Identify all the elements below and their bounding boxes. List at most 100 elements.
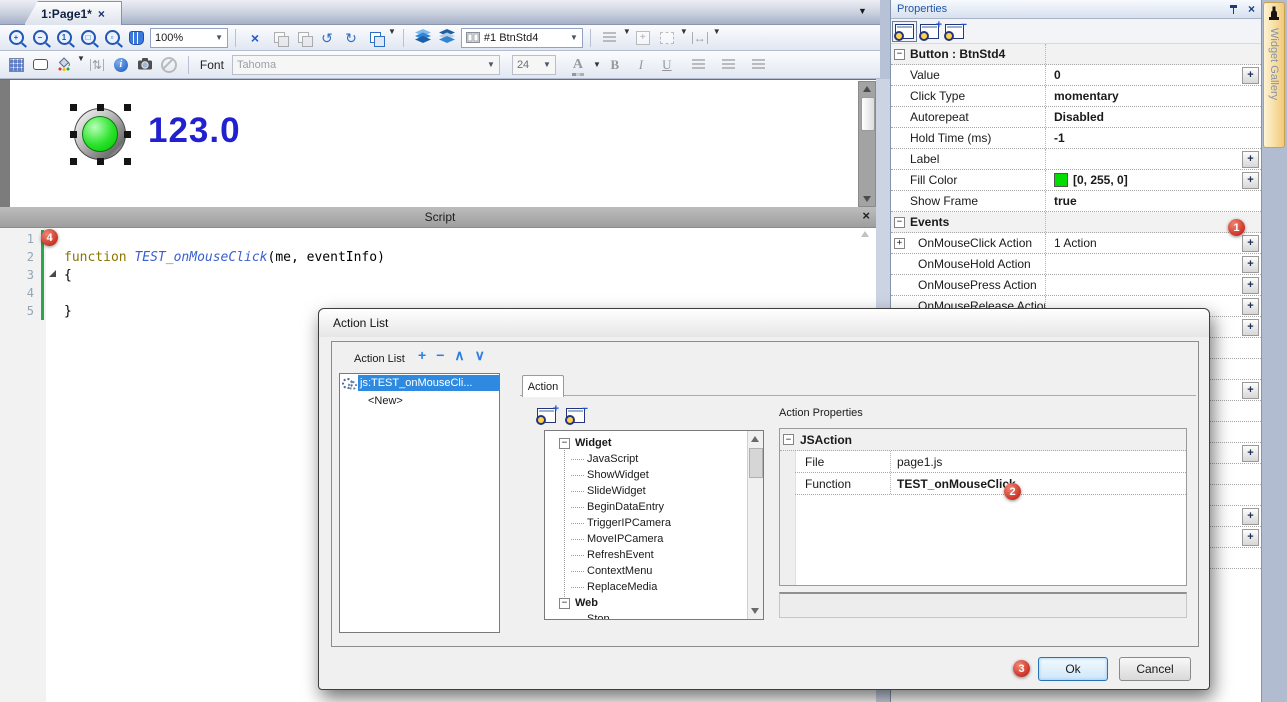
property-group-header[interactable]: −Button : BtnStd4 — [891, 44, 1261, 65]
selection-handle[interactable] — [70, 104, 77, 111]
property-value[interactable] — [1045, 275, 1242, 295]
numeric-field-widget[interactable]: 123.0 — [148, 111, 241, 151]
property-value[interactable]: 0 — [1045, 65, 1242, 85]
list-item[interactable]: <New> — [340, 392, 499, 410]
expand-all-icon[interactable]: + — [537, 408, 556, 423]
list-item-selected[interactable]: js:TEST_onMouseCli... — [340, 374, 499, 392]
pan-icon[interactable] — [124, 27, 148, 49]
property-value[interactable]: TEST_onMouseClick — [890, 473, 1186, 494]
property-group-header[interactable]: −Events — [891, 212, 1261, 233]
script-line[interactable]: 4 — [0, 284, 880, 302]
selection-handle[interactable] — [124, 131, 131, 138]
underline-icon[interactable]: U — [655, 54, 679, 76]
collapse-all-icon[interactable]: − — [945, 24, 964, 39]
chevron-down-icon[interactable]: ▼ — [623, 27, 631, 49]
font-size-combo[interactable]: 24▼ — [512, 55, 556, 75]
action-listbox[interactable]: js:TEST_onMouseCli...<New> — [339, 373, 500, 633]
tree-item[interactable]: Stop — [545, 611, 756, 620]
add-action-button[interactable]: + — [1242, 151, 1259, 168]
tree-item[interactable]: RefreshEvent — [545, 547, 756, 563]
selection-handle[interactable] — [70, 158, 77, 165]
property-row[interactable]: Value0+ — [891, 65, 1261, 86]
property-row[interactable]: AutorepeatDisabled — [891, 107, 1261, 128]
tree-item[interactable]: BeginDataEntry — [545, 499, 756, 515]
add-action-button[interactable]: + — [1242, 277, 1259, 294]
fill-color-icon[interactable] — [52, 54, 76, 76]
property-row[interactable]: Show Frametrue — [891, 191, 1261, 212]
property-row[interactable]: Click Typemomentary — [891, 86, 1261, 107]
spacing-icon[interactable]: ↔ — [688, 27, 712, 49]
chevron-down-icon[interactable]: ▼ — [388, 27, 396, 49]
screenshot-icon[interactable] — [133, 54, 157, 76]
tree-item[interactable]: TriggerIPCamera — [545, 515, 756, 531]
script-line[interactable]: 1 — [0, 230, 880, 248]
property-value[interactable] — [1045, 44, 1261, 64]
property-value[interactable] — [1045, 149, 1242, 169]
text-align-left-icon[interactable] — [687, 54, 711, 76]
action-type-tree[interactable]: −WidgetJavaScriptShowWidgetSlideWidgetBe… — [544, 430, 764, 620]
property-row[interactable]: OnMouseHold Action+ — [891, 254, 1261, 275]
fold-marker-icon[interactable] — [49, 270, 56, 277]
add-action-button[interactable]: + — [1242, 319, 1259, 336]
property-value[interactable]: true — [1045, 191, 1261, 211]
selection-handle[interactable] — [70, 131, 77, 138]
move-action-down-icon[interactable]: ∨ — [475, 348, 485, 362]
tree-item[interactable]: MoveIPCamera — [545, 531, 756, 547]
widget-gallery-tab[interactable]: Widget Gallery — [1263, 2, 1285, 148]
selection-handle[interactable] — [124, 104, 131, 111]
design-canvas[interactable]: 123.0 — [0, 79, 880, 207]
scroll-up-icon[interactable] — [751, 436, 759, 442]
tree-item[interactable]: ContextMenu — [545, 563, 756, 579]
collapse-icon[interactable]: − — [559, 598, 570, 609]
shape-style-icon[interactable] — [28, 54, 52, 76]
add-action-button[interactable]: + — [1242, 529, 1259, 546]
tree-item[interactable]: −Web — [545, 595, 730, 611]
add-action-button[interactable]: + — [1242, 235, 1259, 252]
bring-to-front-icon[interactable] — [411, 27, 435, 49]
ok-button[interactable]: Ok — [1038, 657, 1108, 681]
text-align-center-icon[interactable] — [717, 54, 741, 76]
expand-icon[interactable]: + — [894, 238, 905, 249]
canvas-vertical-scrollbar[interactable] — [858, 81, 876, 207]
cancel-button[interactable]: Cancel — [1119, 657, 1191, 681]
property-value[interactable]: 1 Action — [1045, 233, 1242, 253]
scroll-up-icon[interactable] — [863, 86, 871, 92]
script-line[interactable]: 2function TEST_onMouseClick(me, eventInf… — [0, 248, 880, 266]
rotate-right-icon[interactable]: ↻ — [339, 27, 363, 49]
add-action-button[interactable]: + — [1242, 298, 1259, 315]
selection-handle[interactable] — [124, 158, 131, 165]
property-row[interactable]: Hold Time (ms)-1 — [891, 128, 1261, 149]
scroll-down-icon[interactable] — [863, 196, 871, 202]
property-value[interactable]: momentary — [1045, 86, 1261, 106]
move-action-up-icon[interactable]: ∧ — [454, 348, 464, 362]
chevron-down-icon[interactable]: ▼ — [680, 27, 688, 49]
page-tab[interactable]: 1:Page1* × — [24, 1, 122, 25]
align-widgets-icon[interactable] — [598, 27, 622, 49]
arrange-order-icon[interactable] — [363, 27, 387, 49]
zoom-level-combo[interactable]: 100%▼ — [150, 28, 228, 48]
property-value[interactable]: [0, 255, 0] — [1045, 170, 1242, 190]
add-action-icon[interactable]: + — [418, 348, 426, 362]
font-family-combo[interactable]: Tahoma▼ — [232, 55, 500, 75]
italic-icon[interactable]: I — [629, 54, 653, 76]
close-icon[interactable]: × — [1248, 2, 1255, 16]
property-value[interactable] — [1045, 254, 1242, 274]
chevron-down-icon[interactable]: ▼ — [713, 27, 721, 49]
js-action-group-header[interactable]: −JSAction — [780, 429, 1186, 451]
script-line[interactable]: 3{ — [0, 266, 880, 284]
widget-library-icon[interactable] — [4, 54, 28, 76]
pin-icon[interactable] — [1229, 4, 1238, 14]
collapse-all-icon[interactable]: − — [566, 408, 585, 423]
selection-handle[interactable] — [97, 158, 104, 165]
collapse-icon[interactable]: − — [894, 217, 905, 228]
property-value[interactable]: -1 — [1045, 128, 1261, 148]
zoom-fit-icon[interactable]: □ — [76, 27, 100, 49]
add-action-button[interactable]: + — [1242, 256, 1259, 273]
send-to-back-icon[interactable] — [435, 27, 459, 49]
text-align-right-icon[interactable] — [747, 54, 771, 76]
tab-overflow-icon[interactable]: ▼ — [858, 6, 867, 16]
add-action-button[interactable]: + — [1242, 172, 1259, 189]
tree-item[interactable]: −Widget — [545, 435, 730, 451]
rotate-left-icon[interactable]: ↺ — [315, 27, 339, 49]
make-same-size-icon[interactable]: + — [631, 27, 655, 49]
